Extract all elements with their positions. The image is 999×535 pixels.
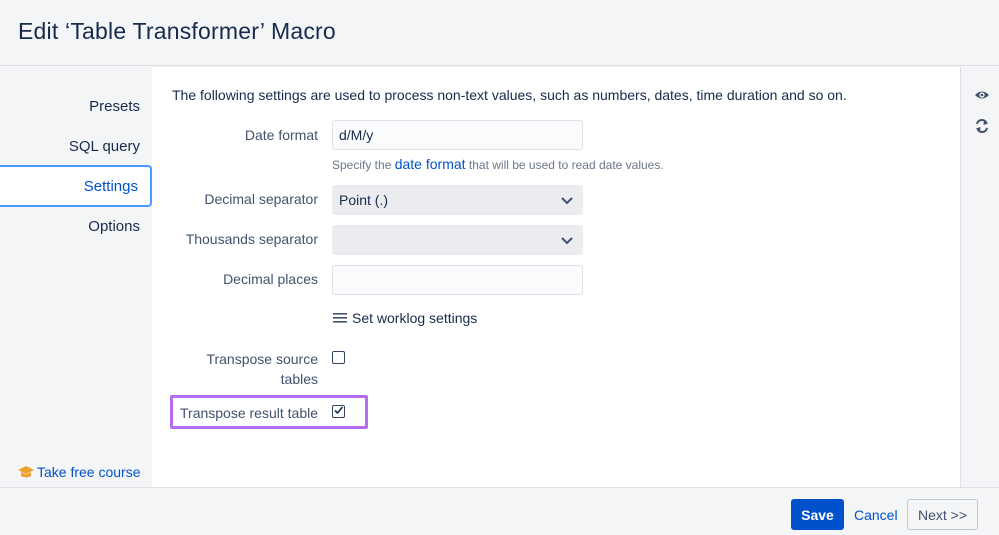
- graduation-cap-icon: [18, 466, 34, 478]
- sidebar-item-presets[interactable]: Presets: [89, 98, 140, 115]
- chevron-down-icon: [561, 237, 573, 245]
- cancel-button[interactable]: Cancel: [854, 507, 898, 523]
- transpose-source-label-line2: tables: [280, 371, 318, 387]
- sidebar-item-label: Settings: [83, 178, 138, 195]
- hint-suffix: that will be used to read date values.: [468, 158, 664, 172]
- transpose-source-label-line1: Transpose source: [206, 351, 318, 367]
- date-format-label: Date format: [244, 127, 318, 143]
- checkmark-icon: [334, 406, 344, 415]
- transpose-result-label: Transpose result table: [180, 405, 318, 421]
- eye-icon[interactable]: [974, 87, 990, 103]
- take-free-course-link[interactable]: Take free course: [18, 464, 141, 480]
- save-button[interactable]: Save: [791, 499, 844, 530]
- sidebar-item-settings[interactable]: Settings: [0, 165, 152, 207]
- course-link-label: Take free course: [37, 464, 141, 480]
- decimal-separator-value: Point (.): [339, 192, 389, 208]
- transpose-result-checkbox[interactable]: [332, 405, 345, 418]
- date-format-hint: Specify the date format that will be use…: [332, 156, 664, 172]
- decimal-places-label: Decimal places: [223, 271, 318, 287]
- sidebar-item-sql-query[interactable]: SQL query: [69, 138, 140, 155]
- thousands-separator-label: Thousands separator: [185, 231, 318, 247]
- settings-panel: The following settings are used to proce…: [152, 67, 960, 487]
- dialog-title: Edit ‘Table Transformer’ Macro: [18, 18, 336, 44]
- decimal-separator-select[interactable]: Point (.): [332, 185, 583, 215]
- decimal-places-input[interactable]: [332, 265, 583, 295]
- refresh-icon[interactable]: [974, 118, 990, 134]
- transpose-source-label: Transpose source tables: [206, 349, 318, 389]
- worklog-link-label: Set worklog settings: [352, 310, 478, 326]
- right-rail: [960, 67, 999, 487]
- set-worklog-settings-link[interactable]: Set worklog settings: [332, 310, 477, 326]
- transpose-source-checkbox[interactable]: [332, 351, 345, 364]
- dialog-footer: Save Cancel Next >>: [0, 487, 999, 535]
- thousands-separator-select[interactable]: [332, 225, 583, 255]
- next-button[interactable]: Next >>: [907, 499, 978, 530]
- menu-icon: [333, 313, 347, 323]
- hint-prefix: Specify the: [332, 158, 392, 172]
- dialog-header: Edit ‘Table Transformer’ Macro: [0, 0, 999, 66]
- date-format-input[interactable]: [332, 120, 583, 150]
- sidebar-item-options[interactable]: Options: [88, 218, 140, 235]
- date-format-link[interactable]: date format: [395, 156, 466, 172]
- decimal-separator-label: Decimal separator: [204, 191, 318, 207]
- chevron-down-icon: [561, 197, 573, 205]
- sidebar: Presets SQL query Settings Options Take …: [0, 67, 152, 487]
- settings-intro: The following settings are used to proce…: [172, 87, 847, 103]
